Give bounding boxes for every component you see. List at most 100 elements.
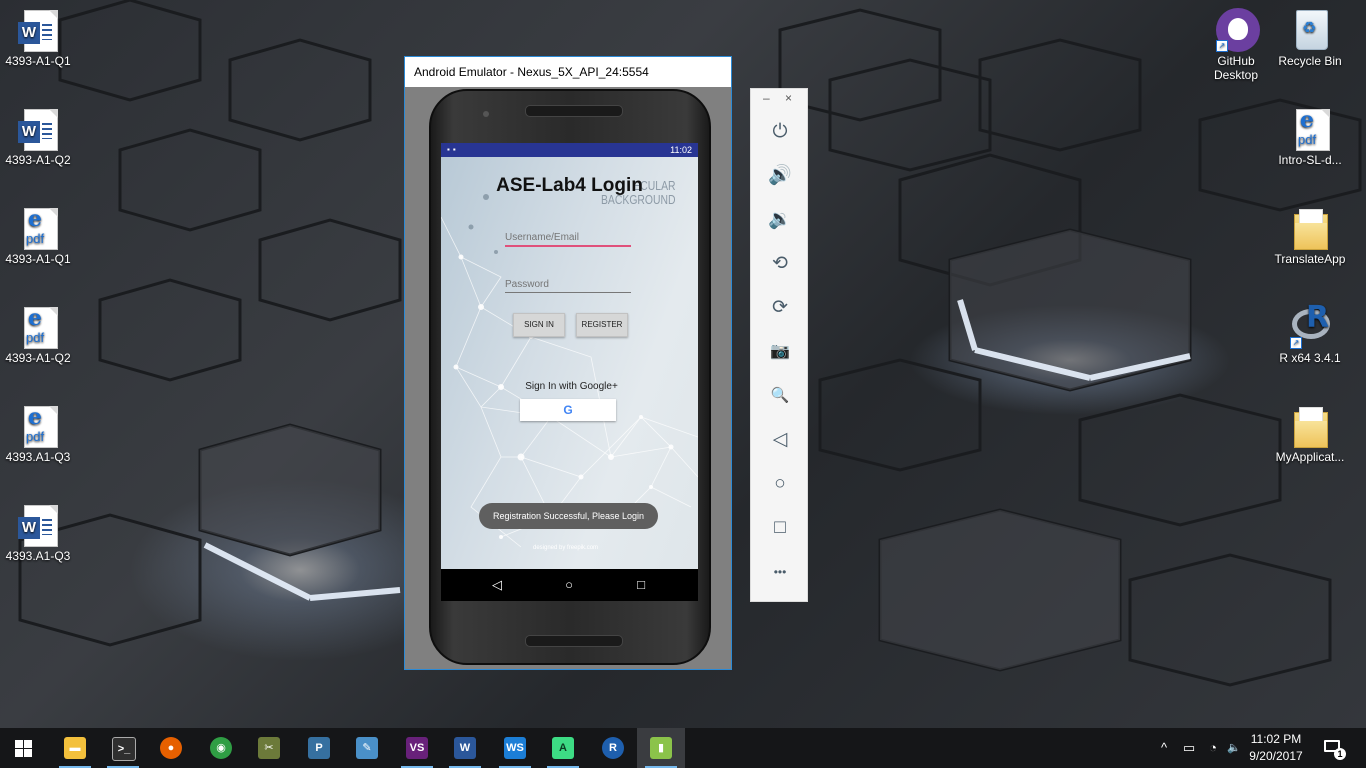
taskbar-command-prompt[interactable]: >_ — [99, 728, 147, 768]
firefox-icon: ● — [160, 737, 182, 759]
word-document-icon: W — [18, 503, 58, 547]
taskbar-visual-studio[interactable]: VS — [393, 728, 441, 768]
camera-icon[interactable]: 📷 — [765, 337, 795, 367]
password-field[interactable] — [505, 274, 631, 296]
toast-message: Registration Successful, Please Login — [479, 503, 658, 529]
front-camera — [483, 111, 489, 117]
volume-down-icon[interactable]: 🔉 — [765, 205, 795, 235]
folder-icon — [1290, 404, 1330, 448]
status-time: 11:02 — [670, 145, 692, 155]
emulator-window[interactable]: Android Emulator - Nexus_5X_API_24:5554 … — [404, 56, 732, 670]
rotate-left-icon[interactable]: ⟲ — [765, 249, 795, 279]
taskbar-chrome[interactable]: ◉ — [197, 728, 245, 768]
desktop-icon-intro-sl[interactable]: e pdf Intro-SL-d... — [1272, 107, 1348, 167]
username-underline — [505, 245, 631, 247]
desktop-icon-label: 4393-A1-Q2 — [5, 153, 71, 167]
desktop-icon-label: 4393-A1-Q1 — [5, 54, 71, 68]
pdf-document-icon: e pdf — [18, 404, 58, 448]
desktop-icon-github-desktop[interactable]: ↗ GitHub Desktop — [1198, 8, 1274, 82]
wifi-icon[interactable]: ◔ — [1202, 728, 1224, 768]
toolbar-close-button[interactable]: × — [785, 91, 792, 105]
taskbar-firefox[interactable]: ● — [147, 728, 195, 768]
start-button[interactable] — [0, 728, 48, 768]
register-button[interactable]: REGISTER — [576, 313, 628, 337]
emulator-title-bar[interactable]: Android Emulator - Nexus_5X_API_24:5554 — [405, 57, 731, 87]
nav-home-button[interactable]: ○ — [549, 569, 589, 601]
android-nav-bar: ◁ ○ □ — [441, 569, 698, 601]
background-credit-text: designed by freepik.com — [533, 545, 599, 551]
desktop-icon-label: TranslateApp — [1274, 252, 1346, 266]
folder-icon — [1290, 206, 1330, 250]
desktop-icon-word-2[interactable]: W 4393-A1-Q2 — [0, 107, 76, 167]
clock[interactable]: 11:02 PM 9/20/2017 — [1240, 731, 1312, 765]
desktop-icon-recycle-bin[interactable]: ♻ Recycle Bin — [1272, 8, 1348, 68]
taskbar-notepad[interactable]: ✎ — [343, 728, 391, 768]
bottom-speaker — [525, 635, 623, 647]
power-icon[interactable]: ⏻ — [765, 117, 795, 147]
notification-icons: ▪▪ — [447, 145, 459, 154]
desktop-icon-pdf-2[interactable]: e pdf 4393-A1-Q2 — [0, 305, 76, 365]
python-icon: P — [308, 737, 330, 759]
taskbar-emulator[interactable]: ▮ — [637, 728, 685, 768]
webstorm-icon: WS — [504, 737, 526, 759]
taskbar-tools[interactable]: ✂ — [245, 728, 293, 768]
word-icon: W — [454, 737, 476, 759]
desktop-icon-r-x64[interactable]: R ↗ R x64 3.4.1 — [1272, 303, 1348, 366]
app-title: ASE-Lab4 Login — [496, 175, 643, 196]
pdf-document-icon: e pdf — [18, 206, 58, 250]
desktop-icon-label: Intro-SL-d... — [1278, 153, 1342, 167]
google-sign-in-button[interactable]: G — [520, 399, 616, 421]
desktop-icon-label: 4393.A1-Q3 — [5, 450, 71, 464]
google-sign-in-label: Sign In with Google+ — [525, 381, 618, 392]
pdf-document-icon: e pdf — [1290, 107, 1330, 151]
nav-back-button[interactable]: ◁ — [477, 569, 517, 601]
desktop-icon-pdf-1[interactable]: e pdf 4393-A1-Q1 — [0, 206, 76, 266]
desktop-icon-translateapp[interactable]: TranslateApp — [1272, 206, 1348, 266]
android-status-bar: ▪▪ 11:02 — [441, 143, 698, 157]
sign-in-button[interactable]: SIGN IN — [513, 313, 565, 337]
taskbar-file-explorer[interactable]: ▬ — [51, 728, 99, 768]
action-center-button[interactable]: 1 — [1318, 736, 1348, 760]
windows-logo-icon — [15, 740, 32, 757]
battery-icon[interactable]: ▭ — [1178, 728, 1200, 768]
desktop-icon-label: 4393.A1-Q3 — [5, 549, 71, 563]
rotate-right-icon[interactable]: ⟳ — [765, 293, 795, 323]
notification-count: 1 — [1334, 748, 1346, 760]
taskbar-webstorm[interactable]: WS — [491, 728, 539, 768]
notepad-icon: ✎ — [356, 737, 378, 759]
taskbar-word[interactable]: W — [441, 728, 489, 768]
desktop-icon-label: MyApplicat... — [1275, 450, 1345, 464]
taskbar-android-studio[interactable]: A — [539, 728, 587, 768]
r-icon: R ↗ — [1290, 303, 1330, 349]
visual-studio-icon: VS — [406, 737, 428, 759]
password-input[interactable] — [505, 279, 631, 292]
desktop-icon-myapplication[interactable]: MyApplicat... — [1272, 404, 1348, 464]
nav-recents-button[interactable]: □ — [621, 569, 661, 601]
desktop-icon-word-3[interactable]: W 4393.A1-Q3 — [0, 503, 76, 563]
top-speaker — [525, 105, 623, 117]
google-g-icon: G — [563, 403, 573, 417]
username-input[interactable] — [505, 232, 631, 245]
phone-screen[interactable]: ▪▪ 11:02 ECULAR BACKGROUND designed by f… — [441, 143, 698, 601]
home-icon[interactable]: ○ — [765, 469, 795, 499]
desktop-icon-label: Recycle Bin — [1278, 54, 1342, 68]
taskbar-r[interactable]: R — [589, 728, 637, 768]
word-document-icon: W — [18, 107, 58, 151]
desktop-icon-word-1[interactable]: W 4393-A1-Q1 — [0, 8, 76, 68]
taskbar-python[interactable]: P — [295, 728, 343, 768]
github-icon: ↗ — [1216, 8, 1260, 52]
toolbar-minimize-button[interactable]: – — [763, 91, 770, 105]
clock-time: 11:02 PM — [1250, 732, 1302, 746]
volume-up-icon[interactable]: 🔊 — [765, 161, 795, 191]
show-hidden-icons-chevron[interactable]: ^ — [1154, 728, 1174, 768]
back-icon[interactable]: ◁ — [765, 425, 795, 455]
zoom-icon[interactable]: 🔍 — [765, 381, 795, 411]
android-studio-icon: A — [552, 737, 574, 759]
desktop-icon-pdf-3[interactable]: e pdf 4393.A1-Q3 — [0, 404, 76, 464]
desktop-icon-label: GitHub Desktop — [1213, 54, 1259, 82]
overview-icon[interactable]: □ — [765, 513, 795, 543]
more-icon[interactable]: ••• — [765, 557, 795, 587]
desktop-icon-label: 4393-A1-Q1 — [5, 252, 71, 266]
username-field[interactable] — [505, 227, 631, 249]
login-activity: ECULAR BACKGROUND designed by freepik.co… — [441, 157, 698, 569]
